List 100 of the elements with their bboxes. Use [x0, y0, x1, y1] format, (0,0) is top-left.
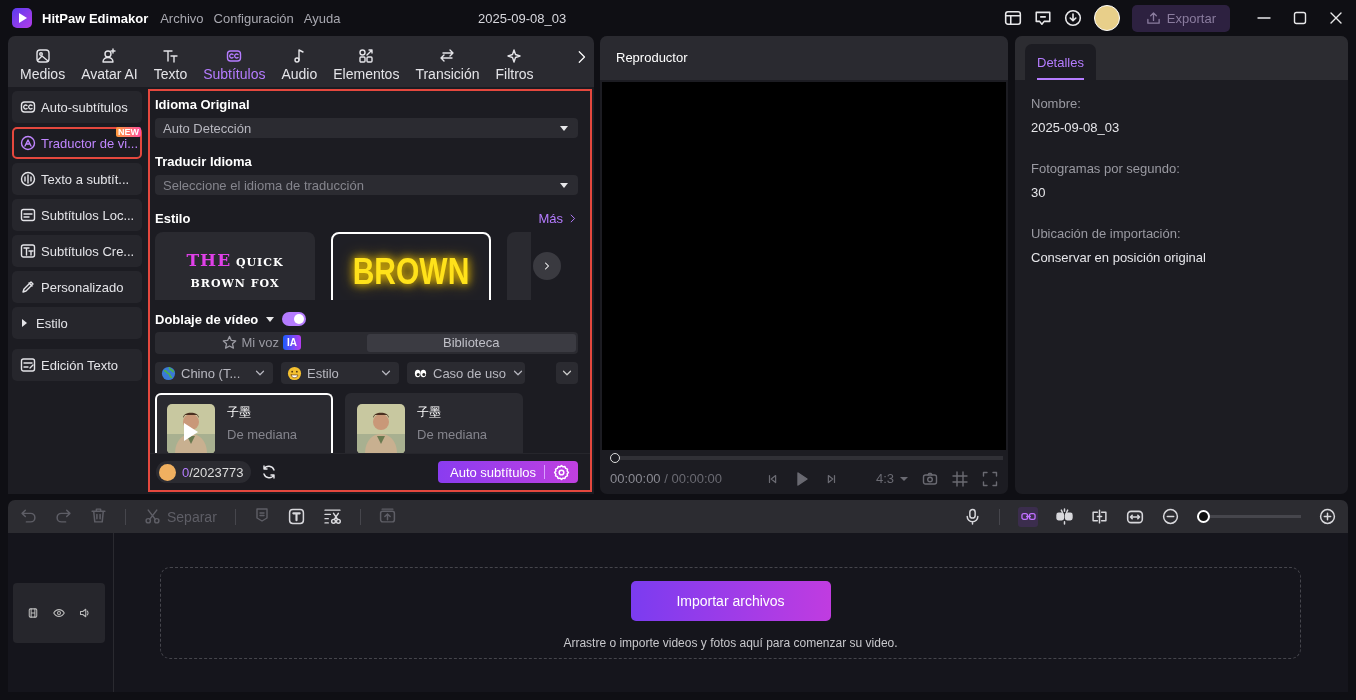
zoom-out-icon[interactable]: [1162, 508, 1179, 525]
voice-card[interactable]: 子墨 De mediana: [345, 393, 523, 453]
ai-badge: IA: [283, 335, 302, 351]
style-preset[interactable]: BROWN: [331, 232, 491, 300]
caret-icon: [560, 125, 568, 131]
caret-icon[interactable]: [266, 316, 275, 322]
style-preset[interactable]: THE QUICK BROWN FOX: [155, 232, 315, 300]
toggle-switch[interactable]: [282, 312, 307, 326]
voice-tab[interactable]: Mi voz IA: [157, 333, 367, 352]
cc-icon: [226, 48, 243, 64]
voice-description: De mediana: [417, 427, 488, 442]
more-link[interactable]: Más: [538, 211, 578, 227]
film-icon[interactable]: [27, 606, 39, 619]
preset-text: THE QUICK BROWN FOX: [186, 256, 284, 291]
snap-icon[interactable]: [1056, 508, 1073, 525]
new-badge: NEW: [116, 127, 141, 137]
globe-icon: [161, 365, 176, 381]
field-value: Conservar en posición original: [1031, 250, 1207, 265]
media-tab[interactable]: Elementos: [325, 48, 408, 82]
field-label: Ubicación de importación:: [1031, 226, 1182, 241]
voice-name: 子墨: [227, 404, 252, 421]
caret-icon: [560, 182, 568, 188]
menu-item[interactable]: Archivo: [160, 10, 204, 26]
field-value: 30: [1031, 185, 1047, 200]
field-label: Nombre:: [1031, 96, 1082, 111]
download-icon[interactable]: [1063, 9, 1082, 27]
subtitle-lines-icon: [20, 207, 36, 223]
maximize-icon[interactable]: [1292, 10, 1308, 26]
brush-icon: [20, 279, 36, 295]
sidebar-item[interactable]: Subtítulos Loc...: [12, 199, 142, 231]
import-button[interactable]: Importar archivos: [630, 581, 831, 621]
media-tab[interactable]: Audio: [273, 48, 326, 82]
menu-item[interactable]: Configuración: [213, 10, 294, 26]
voice-card[interactable]: 子墨 De mediana: [155, 393, 333, 453]
media-tab[interactable]: Subtítulos: [195, 48, 274, 82]
feedback-icon[interactable]: [1033, 9, 1052, 27]
export-button[interactable]: Exportar: [1131, 4, 1230, 32]
image-icon: [34, 48, 51, 64]
field-value: 2025-09-08_03: [1031, 120, 1121, 135]
microphone-icon[interactable]: [964, 508, 981, 525]
section-title: Doblaje de vídeo: [155, 311, 259, 327]
filter-dropdown[interactable]: Caso de uso: [407, 362, 525, 384]
media-tab[interactable]: Filtros: [487, 48, 542, 82]
eye-icon[interactable]: [53, 606, 65, 619]
zoom-handle[interactable]: [1197, 510, 1210, 523]
transition-arrows-icon: [439, 48, 456, 64]
voice-name: 子墨: [417, 404, 442, 421]
text-tool-icon[interactable]: [287, 508, 305, 525]
sidebar-item[interactable]: Edición Texto: [12, 349, 142, 381]
filter-dropdown[interactable]: Estilo: [281, 362, 399, 384]
export-clip-icon[interactable]: [378, 506, 396, 524]
sidebar-item[interactable]: Texto a subtít...: [12, 163, 142, 195]
drop-hint: Arrastre o importe videos y fotos aquí para comenzar su video.: [563, 636, 898, 650]
app-name: HitPaw Edimakor: [42, 10, 149, 26]
voice-tab[interactable]: Biblioteca: [366, 333, 576, 352]
menu-item[interactable]: Ayuda: [303, 10, 341, 26]
sidebar-item[interactable]: Estilo: [12, 307, 142, 339]
sidebar-item[interactable]: Auto-subtítulos: [12, 91, 142, 123]
preset-text: BROWN: [352, 251, 470, 293]
expand-button[interactable]: [556, 362, 578, 384]
layout-icon[interactable]: [1003, 9, 1022, 27]
app-logo: [12, 8, 32, 28]
upload-icon: [1145, 10, 1161, 26]
progress-handle[interactable]: [610, 453, 620, 464]
panel-title: Reproductor: [616, 50, 688, 66]
user-avatar[interactable]: [1093, 5, 1120, 31]
language-dropdown[interactable]: Seleccione el idioma de traducción: [155, 175, 578, 196]
language-dropdown[interactable]: Auto Detección: [155, 118, 578, 139]
voice-description: De mediana: [227, 427, 298, 442]
star-icon: [222, 335, 238, 351]
link-toggle[interactable]: [1018, 506, 1038, 527]
coin-icon: [159, 463, 176, 481]
smiley-icon: [287, 365, 302, 381]
refresh-icon[interactable]: [261, 464, 278, 480]
split-clip-icon[interactable]: [1091, 508, 1108, 525]
close-icon[interactable]: [1328, 10, 1344, 26]
camera-icon[interactable]: [922, 470, 938, 487]
play-icon[interactable]: [183, 422, 199, 442]
zoom-in-icon[interactable]: [1319, 508, 1336, 525]
document-title: 2025-09-08_03: [477, 10, 568, 26]
text-edit-icon: [20, 357, 36, 373]
sidebar-item[interactable]: Personalizado: [12, 271, 142, 303]
media-tab[interactable]: Texto: [145, 48, 196, 82]
media-tab[interactable]: Transición: [407, 48, 488, 82]
speaker-icon[interactable]: [79, 606, 91, 619]
filter-dropdown[interactable]: Chino (T...: [155, 362, 273, 384]
grid-icon[interactable]: [952, 470, 968, 487]
auto-subtitles-button[interactable]: Auto subtítulos: [438, 461, 578, 483]
sidebar-item[interactable]: Subtítulos Cre...: [12, 235, 142, 267]
marker-icon[interactable]: [253, 507, 270, 523]
field-label: Idioma Original: [155, 97, 251, 112]
text-icon: [162, 48, 179, 64]
person-add-icon: [101, 48, 118, 64]
media-tab[interactable]: Avatar AI: [73, 48, 146, 82]
fullscreen-icon[interactable]: [982, 470, 998, 487]
details-tab[interactable]: Detalles: [1025, 44, 1096, 80]
media-tab[interactable]: Medios: [12, 48, 74, 82]
sparkle-icon: [506, 48, 523, 64]
field-label: Traducir Idioma: [155, 154, 253, 170]
cut-lines-icon[interactable]: [322, 508, 342, 525]
